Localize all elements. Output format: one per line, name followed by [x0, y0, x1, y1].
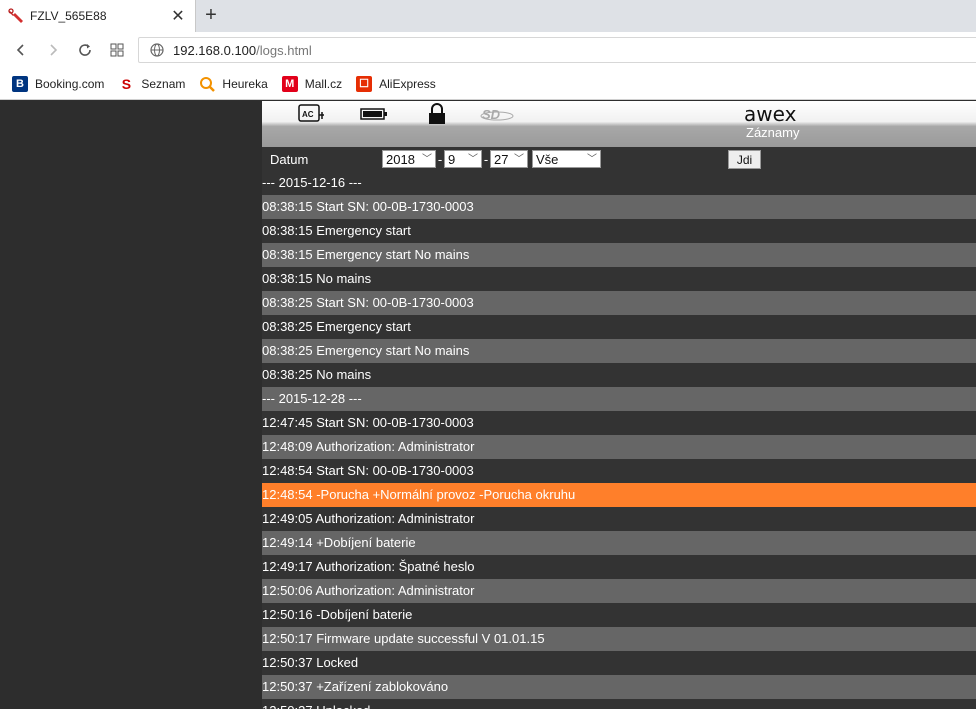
new-tab-icon[interactable]: + [200, 4, 222, 26]
page-title: Záznamy [746, 125, 800, 140]
log-row: 12:48:54 Start SN: 00-0B-1730-0003 [262, 459, 976, 483]
aliexpress-icon: ☐ [356, 75, 373, 92]
tab-bar: FZLV_565E88 ✕ + [0, 0, 976, 32]
log-list: --- 2015-12-16 --- 08:38:15 Start SN: 00-… [262, 171, 976, 709]
forward-icon[interactable] [41, 38, 65, 62]
log-row: 12:49:14 +Dobíjení baterie [262, 531, 976, 555]
log-row: 12:47:45 Start SN: 00-0B-1730-0003 [262, 411, 976, 435]
bookmark-label: Booking.com [35, 76, 105, 91]
bookmark-seznam[interactable]: S Seznam [118, 75, 186, 92]
date-filter: Datum 2018 ﹀ - 9 ﹀ - 27 ﹀ Vše ﹀ Jdi [262, 147, 976, 171]
seznam-icon: S [121, 75, 132, 92]
logs-page: AC SD awex Záznamy Datum 2018 ﹀ - 9 ﹀ - … [262, 101, 976, 709]
lock-icon [429, 103, 445, 124]
bookmark-mall[interactable]: M Mall.cz [281, 75, 343, 92]
year-value: 2018 [386, 151, 415, 167]
battery-icon [360, 108, 387, 120]
address-bar: 192.168.0.100/logs.html [0, 32, 976, 68]
log-row: 12:48:09 Authorization: Administrator [262, 435, 976, 459]
chevron-down-icon: ﹀ [587, 154, 597, 165]
day-select[interactable]: 27 ﹀ [490, 150, 528, 168]
back-icon[interactable] [9, 38, 33, 62]
log-row: --- 2015-12-28 --- [262, 387, 976, 411]
heureka-icon [200, 76, 216, 92]
chevron-down-icon: ﹀ [468, 154, 478, 165]
bookmark-label: AliExpress [379, 76, 436, 91]
browser-tab[interactable]: FZLV_565E88 ✕ [0, 0, 196, 32]
bookmarks-bar: B Booking.com S Seznam Heureka M Mall.cz… [0, 68, 976, 100]
sd-card-icon: SD [480, 107, 514, 122]
type-value: Vše [536, 151, 559, 167]
globe-icon [150, 43, 164, 57]
bookmark-label: Mall.cz [304, 76, 343, 91]
date-separator: - [437, 151, 443, 167]
log-row: 12:50:16 -Dobíjení baterie [262, 603, 976, 627]
log-row: 08:38:15 No mains [262, 267, 976, 291]
speed-dial-icon[interactable] [105, 38, 129, 62]
log-row: 08:38:25 Start SN: 00-0B-1730-0003 [262, 291, 976, 315]
log-row: 12:50:37 Unlocked [262, 699, 976, 709]
svg-text:AC: AC [302, 110, 314, 119]
log-row: 12:49:17 Authorization: Špatné heslo [262, 555, 976, 579]
chevron-down-icon: ﹀ [514, 154, 524, 165]
date-separator: - [483, 151, 489, 167]
wrench-icon [8, 8, 23, 23]
log-row: 08:38:25 Emergency start [262, 315, 976, 339]
reload-icon[interactable] [73, 38, 97, 62]
url-host: 192.168.0.100 [173, 42, 257, 58]
close-icon[interactable]: ✕ [167, 5, 189, 27]
left-panel [0, 101, 262, 709]
log-row: --- 2015-12-16 --- [262, 171, 976, 195]
log-row: 08:38:15 Start SN: 00-0B-1730-0003 [262, 195, 976, 219]
day-value: 27 [494, 151, 509, 167]
ac-power-icon: AC [298, 104, 324, 122]
status-header: AC SD awex Záznamy [262, 101, 976, 147]
svg-text:awex: awex [744, 103, 797, 125]
url-field[interactable]: 192.168.0.100/logs.html [138, 37, 976, 63]
awex-logo: awex [744, 103, 797, 125]
log-row: 12:49:05 Authorization: Administrator [262, 507, 976, 531]
type-select[interactable]: Vše ﹀ [532, 150, 601, 168]
url-path: /logs.html [256, 42, 312, 58]
log-row: 12:50:17 Firmware update successful V 01… [262, 627, 976, 651]
year-select[interactable]: 2018 ﹀ [382, 150, 436, 168]
log-row: 08:38:15 Emergency start [262, 219, 976, 243]
log-row: 08:38:25 Emergency start No mains [262, 339, 976, 363]
bookmark-booking[interactable]: B Booking.com [12, 75, 105, 92]
log-row: 08:38:15 Emergency start No mains [262, 243, 976, 267]
mall-icon: M [281, 75, 298, 92]
filter-label: Datum [270, 151, 309, 167]
log-row: 12:50:37 +Zařízení zablokováno [262, 675, 976, 699]
bookmark-aliexpress[interactable]: ☐ AliExpress [356, 75, 436, 92]
month-select[interactable]: 9 ﹀ [444, 150, 482, 168]
log-row: 12:50:37 Locked [262, 651, 976, 675]
bookmark-label: Seznam [141, 76, 186, 91]
booking-icon: B [12, 75, 28, 92]
log-row: 12:50:06 Authorization: Administrator [262, 579, 976, 603]
tab-title: FZLV_565E88 [30, 9, 107, 23]
log-row: 12:48:54 -Porucha +Normální provoz -Poru… [262, 483, 976, 507]
bookmark-label: Heureka [222, 76, 268, 91]
month-value: 9 [448, 151, 456, 167]
go-button[interactable]: Jdi [728, 150, 761, 169]
log-row: 08:38:25 No mains [262, 363, 976, 387]
chevron-down-icon: ﹀ [422, 154, 432, 165]
bookmark-heureka[interactable]: Heureka [199, 76, 268, 92]
